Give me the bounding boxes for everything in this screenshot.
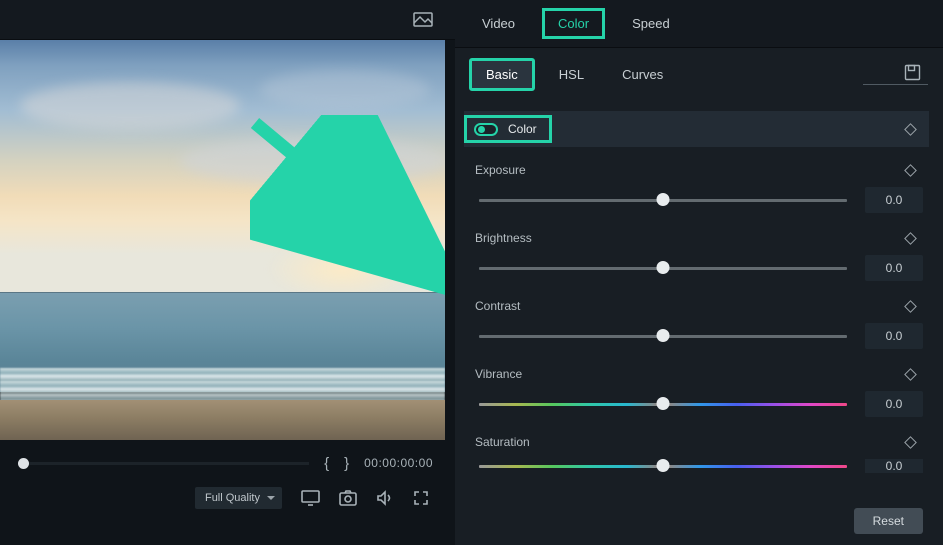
exposure-block: Exposure 0.0 <box>475 163 923 213</box>
vibrance-thumb[interactable] <box>657 397 670 410</box>
quality-dropdown[interactable]: Full Quality <box>195 487 282 509</box>
saturation-slider[interactable] <box>479 465 847 468</box>
saturation-label: Saturation <box>475 435 530 449</box>
main-tab-row: Video Color Speed <box>455 0 943 48</box>
fullscreen-icon[interactable] <box>413 490 429 506</box>
preview-top-bar <box>0 0 455 40</box>
tab-color[interactable]: Color <box>542 8 605 39</box>
seek-bar[interactable] <box>18 462 309 465</box>
contrast-keyframe-icon[interactable] <box>904 300 917 313</box>
properties-panel: Video Color Speed Basic HSL Curves Color <box>455 0 943 545</box>
preview-area: { } 00:00:00:00 Full Quality <box>0 40 455 545</box>
tab-video[interactable]: Video <box>469 11 528 36</box>
contrast-slider[interactable] <box>479 335 847 338</box>
reset-button[interactable]: Reset <box>854 508 923 534</box>
brightness-keyframe-icon[interactable] <box>904 232 917 245</box>
brightness-slider[interactable] <box>479 267 847 270</box>
timeline-row: { } 00:00:00:00 <box>18 448 433 478</box>
exposure-thumb[interactable] <box>657 193 670 206</box>
vibrance-value[interactable]: 0.0 <box>865 391 923 417</box>
section-keyframe-icon[interactable] <box>904 123 917 136</box>
brightness-block: Brightness 0.0 <box>475 231 923 281</box>
preview-panel: { } 00:00:00:00 Full Quality <box>0 0 455 545</box>
timecode: 00:00:00:00 <box>364 456 433 470</box>
color-section-header: Color <box>464 111 929 147</box>
vibrance-label: Vibrance <box>475 367 522 381</box>
contrast-block: Contrast 0.0 <box>475 299 923 349</box>
sliders-area: Exposure 0.0 Brightness <box>455 157 943 473</box>
compare-save-icon[interactable] <box>904 64 921 81</box>
preview-controls-row: Full Quality <box>18 478 433 518</box>
sub-tab-basic[interactable]: Basic <box>469 58 535 91</box>
contrast-value[interactable]: 0.0 <box>865 323 923 349</box>
seek-thumb[interactable] <box>18 458 29 469</box>
color-toggle[interactable] <box>474 123 498 136</box>
brightness-thumb[interactable] <box>657 261 670 274</box>
saturation-thumb[interactable] <box>657 459 670 472</box>
volume-icon[interactable] <box>376 490 394 506</box>
exposure-label: Exposure <box>475 163 526 177</box>
saturation-block: Saturation 0.0 <box>475 435 923 473</box>
vibrance-slider[interactable] <box>479 403 847 406</box>
vibrance-block: Vibrance 0.0 <box>475 367 923 417</box>
sub-tab-hsl[interactable]: HSL <box>545 61 598 88</box>
sub-tab-curves[interactable]: Curves <box>608 61 677 88</box>
color-section-highlight: Color <box>464 115 552 143</box>
saturation-keyframe-icon[interactable] <box>904 436 917 449</box>
image-icon[interactable] <box>413 12 433 27</box>
snapshot-icon[interactable] <box>339 490 357 506</box>
contrast-label: Contrast <box>475 299 520 313</box>
display-icon[interactable] <box>301 490 320 506</box>
sub-tab-row: Basic HSL Curves <box>455 48 943 101</box>
mark-out-button[interactable]: } <box>344 455 349 472</box>
contrast-thumb[interactable] <box>657 329 670 342</box>
brightness-value[interactable]: 0.0 <box>865 255 923 281</box>
exposure-keyframe-icon[interactable] <box>904 164 917 177</box>
brightness-label: Brightness <box>475 231 532 245</box>
color-section-title: Color <box>508 122 537 136</box>
tab-speed[interactable]: Speed <box>619 11 683 36</box>
saturation-value[interactable]: 0.0 <box>865 459 923 473</box>
exposure-slider[interactable] <box>479 199 847 202</box>
exposure-value[interactable]: 0.0 <box>865 187 923 213</box>
mark-in-button[interactable]: { <box>324 455 329 472</box>
vibrance-keyframe-icon[interactable] <box>904 368 917 381</box>
preview-image[interactable] <box>0 40 445 440</box>
